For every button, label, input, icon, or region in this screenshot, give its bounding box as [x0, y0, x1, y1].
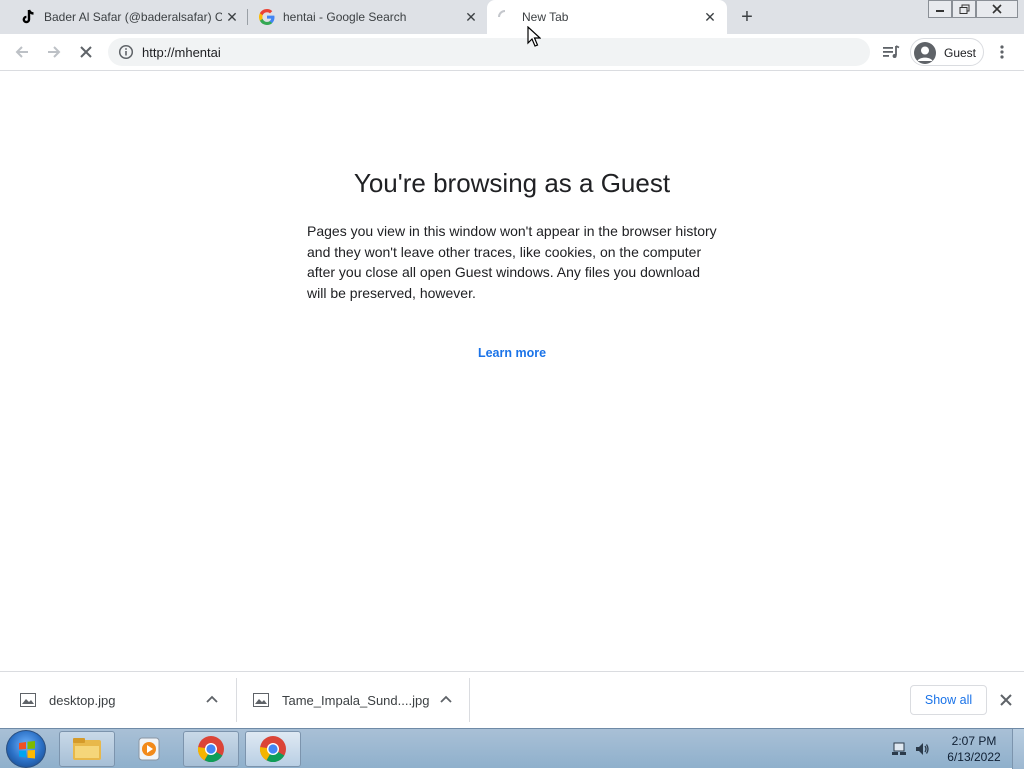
taskbar-media-player[interactable]	[121, 731, 177, 767]
stop-loading-button[interactable]	[75, 41, 97, 63]
page-content: You're browsing as a Guest Pages you vie…	[0, 71, 1024, 671]
forward-arrow-icon	[48, 46, 61, 58]
clock-time: 2:07 PM	[951, 734, 997, 748]
download-item[interactable]: desktop.jpg	[0, 672, 236, 728]
tab-strip: Bader Al Safar (@baderalsafar) C ✕ henta…	[0, 0, 1024, 34]
back-arrow-icon	[15, 46, 28, 58]
learn-more-label[interactable]: Learn more	[478, 346, 546, 360]
tab-new-tab[interactable]: New Tab ✕	[487, 0, 727, 34]
close-icon	[80, 46, 92, 58]
clock-date: 6/13/2022	[947, 750, 1001, 764]
windows-logo-icon	[19, 741, 35, 759]
learn-more-link[interactable]: Learn more	[0, 346, 1024, 360]
taskbar: 2:07 PM 6/13/2022	[0, 728, 1024, 769]
mouse-cursor-icon	[527, 25, 542, 48]
profile-label: Guest	[944, 46, 977, 60]
tiktok-icon	[20, 9, 36, 25]
more-vert-icon	[1000, 45, 1004, 59]
download-filename: Tame_Impala_Sund....jpg	[282, 693, 430, 708]
restore-button[interactable]	[952, 0, 976, 18]
tab-title: hentai - Google Search	[283, 10, 407, 24]
download-filename: desktop.jpg	[49, 693, 116, 708]
avatar-icon	[914, 42, 936, 64]
network-icon[interactable]	[891, 741, 907, 762]
divider	[469, 678, 470, 722]
tab-title: New Tab	[522, 10, 569, 24]
browser-toolbar: http://mhentai Guest	[0, 34, 1024, 71]
close-icon[interactable]: ✕	[702, 9, 718, 25]
taskbar-chrome-1[interactable]	[183, 731, 239, 767]
loading-spinner-icon	[497, 9, 513, 25]
address-bar[interactable]: http://mhentai	[108, 38, 870, 66]
new-tab-icon[interactable]: +	[737, 7, 757, 27]
queue-music-icon	[883, 45, 900, 58]
close-icon[interactable]: ✕	[463, 9, 479, 25]
close-icon[interactable]	[998, 692, 1014, 708]
start-button[interactable]	[6, 730, 46, 768]
menu-button[interactable]	[991, 41, 1013, 63]
guest-description: Pages you view in this window won't appe…	[307, 223, 717, 301]
profile-button[interactable]: Guest	[910, 38, 984, 66]
image-file-icon	[20, 693, 36, 707]
close-icon[interactable]: ✕	[224, 9, 240, 25]
chevron-up-icon[interactable]	[204, 692, 220, 708]
info-icon[interactable]	[118, 44, 134, 60]
google-icon	[259, 9, 275, 25]
chevron-up-icon[interactable]	[438, 692, 454, 708]
chrome-icon	[197, 736, 224, 763]
tab-google-search[interactable]: hentai - Google Search ✕	[248, 0, 486, 34]
folder-icon	[73, 738, 101, 760]
tab-title: Bader Al Safar (@baderalsafar) C	[44, 10, 222, 24]
minimize-button[interactable]	[928, 0, 952, 18]
url-text[interactable]: http://mhentai	[142, 45, 221, 60]
volume-icon[interactable]	[914, 741, 930, 762]
back-button[interactable]	[11, 41, 33, 63]
close-window-button[interactable]	[976, 0, 1018, 18]
tab-tiktok[interactable]: Bader Al Safar (@baderalsafar) C ✕	[0, 0, 246, 34]
media-control-button[interactable]	[880, 41, 902, 63]
show-all-button[interactable]: Show all	[910, 685, 987, 715]
page-title: You're browsing as a Guest	[353, 168, 671, 198]
taskbar-explorer[interactable]	[59, 731, 115, 767]
show-desktop-button[interactable]	[1012, 729, 1024, 769]
image-file-icon	[253, 693, 269, 707]
clock[interactable]: 2:07 PM 6/13/2022	[942, 733, 1006, 765]
download-item[interactable]: Tame_Impala_Sund....jpg	[237, 672, 469, 728]
taskbar-chrome-2[interactable]	[245, 731, 301, 767]
forward-button[interactable]	[43, 41, 65, 63]
chrome-icon	[259, 736, 286, 763]
media-player-icon	[138, 737, 160, 761]
downloads-bar: desktop.jpg Tame_Impala_Sund....jpg Show…	[0, 671, 1024, 728]
